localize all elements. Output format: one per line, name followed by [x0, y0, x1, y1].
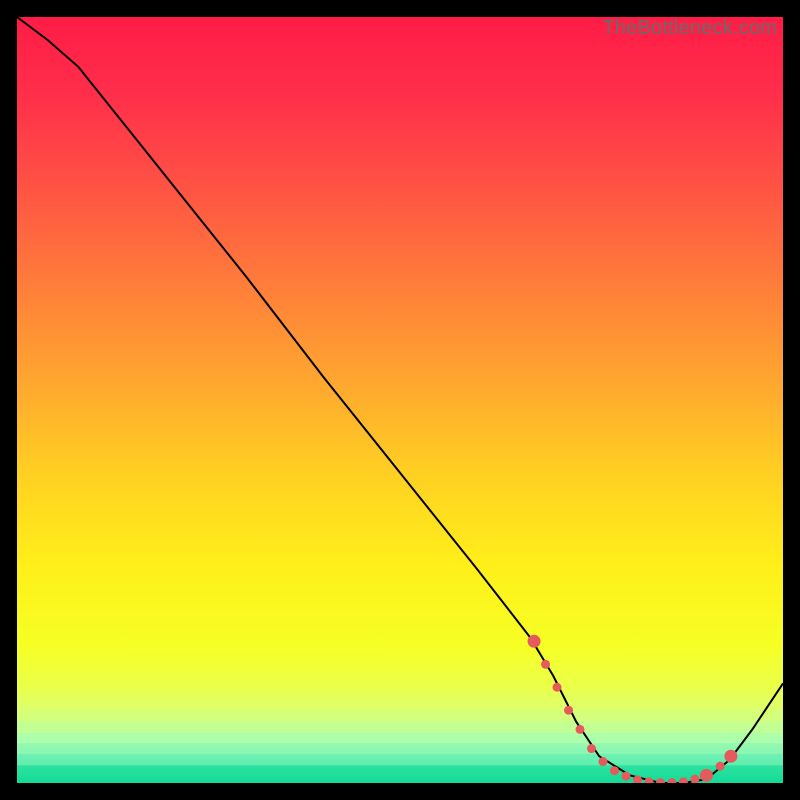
- highlight-dot: [553, 683, 562, 692]
- highlight-dot: [528, 635, 541, 648]
- green-band: [17, 732, 783, 741]
- chart-frame: TheBottleneck.com: [17, 17, 783, 783]
- highlight-dot: [610, 766, 619, 775]
- highlight-dot: [564, 706, 573, 715]
- green-band: [17, 722, 783, 731]
- highlight-dot: [598, 757, 607, 766]
- green-band: [17, 743, 783, 752]
- gradient-background: [17, 17, 783, 783]
- highlight-dot: [576, 725, 585, 734]
- highlight-dot: [541, 660, 550, 669]
- highlight-dot: [724, 750, 737, 763]
- highlight-dot: [716, 762, 725, 771]
- highlight-dot: [587, 744, 596, 753]
- bottleneck-chart: [17, 17, 783, 783]
- green-band: [17, 710, 783, 720]
- watermark-label: TheBottleneck.com: [602, 17, 777, 40]
- highlight-dot: [700, 769, 713, 782]
- green-band: [17, 754, 783, 764]
- highlight-dot: [621, 772, 630, 781]
